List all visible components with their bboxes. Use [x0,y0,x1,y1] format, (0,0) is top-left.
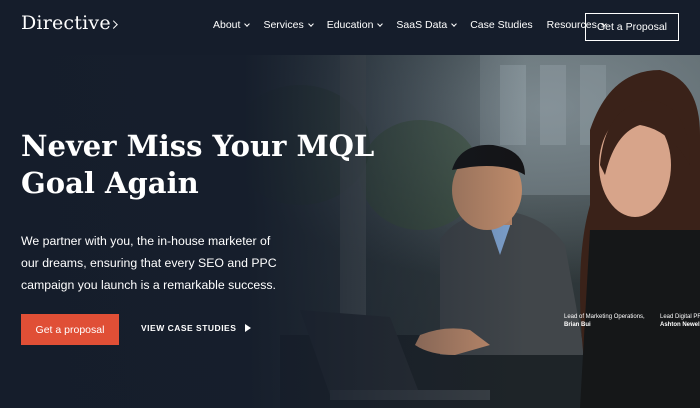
intro-line: our dreams, ensuring that every SEO and … [21,256,277,270]
headline-line: Goal Again [21,166,199,200]
intro-line: campaign you launch is a remarkable succ… [21,278,276,292]
hero-intro: We partner with you, the in-house market… [21,230,291,296]
nav-item-services[interactable]: Services [263,19,314,31]
directive-logo[interactable]: Directive [21,12,118,34]
person-caption-ashton: Lead Digital PR Ashton Newell [660,313,700,330]
chevron-down-icon [307,21,314,27]
hero-headline: Never Miss Your MQL Goal Again [21,128,375,202]
nav-item-case-studies[interactable]: Case Studies [470,19,532,31]
nav-item-education[interactable]: Education [326,19,384,31]
nav-item-label: Education [326,19,374,31]
nav-item-label: About [213,19,241,31]
nav-item-saas-data[interactable]: SaaS Data [396,19,458,31]
chevron-down-icon [451,21,458,27]
hero-section: Never Miss Your MQL Goal Again We partne… [0,55,700,408]
chevron-down-icon [244,21,251,27]
caption-role: Lead Digital PR [660,314,700,320]
headline-line: Never Miss Your MQL [21,129,375,163]
caption-name: Brian Bui [564,322,591,328]
nav-item-about[interactable]: About [213,19,251,31]
chevron-down-icon [377,21,384,27]
nav-item-label: SaaS Data [396,19,448,31]
view-case-studies-label: VIEW CASE STUDIES [141,323,237,333]
view-case-studies-link[interactable]: VIEW CASE STUDIES [141,323,252,333]
main-nav: About Services Education SaaS Data Case … [213,19,607,31]
site-header: Directive About Services Education SaaS … [0,0,700,55]
nav-item-label: Services [263,19,304,31]
get-a-proposal-hero-button[interactable]: Get a proposal [21,314,119,345]
play-icon [245,324,252,332]
caption-role: Lead of Marketing Operations, [564,314,645,320]
logo-text: Directive [21,12,111,34]
caption-name: Ashton Newell [660,322,700,328]
nav-item-label: Case Studies [470,19,533,31]
intro-line: We partner with you, the in-house market… [21,234,271,248]
get-a-proposal-button[interactable]: Get a Proposal [585,13,679,41]
person-caption-brian: Lead of Marketing Operations, Brian Bui [564,313,645,330]
